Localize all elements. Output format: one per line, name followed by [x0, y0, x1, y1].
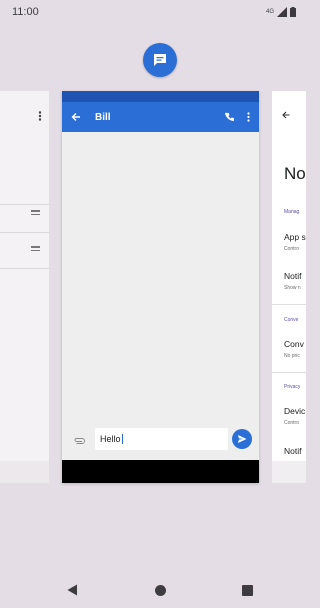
status-bar: 11:00 4G [0, 0, 306, 24]
attach-icon[interactable] [74, 438, 85, 444]
status-time: 11:00 [12, 6, 39, 18]
recent-card-conversation[interactable]: Bill Hello [62, 91, 259, 483]
settings-item-title: Notif [284, 271, 302, 281]
conversation-app-bar: Bill [62, 102, 259, 132]
status-strip [62, 91, 259, 102]
message-input[interactable]: Hello [95, 428, 228, 450]
divider [0, 268, 49, 269]
send-button[interactable] [232, 429, 252, 449]
text-cursor [121, 434, 123, 444]
system-nav-bar [0, 572, 306, 608]
card-nav-area [62, 460, 259, 483]
cell-signal-icon [277, 7, 287, 17]
divider [0, 204, 49, 205]
battery-icon [290, 7, 296, 17]
recent-card-left[interactable] [0, 91, 49, 483]
compose-bar: Hello [62, 426, 259, 460]
recent-card-settings[interactable]: No Manag App s Contro Notif Show n Conve… [272, 91, 306, 483]
divider [0, 232, 49, 233]
back-arrow-icon [282, 111, 290, 119]
card-bottom-bar [0, 461, 49, 483]
settings-item-subtitle: Contro [284, 420, 300, 426]
network-type-icon: 4G [265, 9, 274, 15]
divider [272, 372, 306, 373]
settings-item-subtitle: Show n [284, 285, 301, 291]
send-icon [238, 435, 247, 443]
contact-name: Bill [95, 111, 111, 123]
settings-item-subtitle: No pric [284, 353, 300, 359]
phone-icon[interactable] [225, 112, 235, 122]
more-vert-icon[interactable] [247, 112, 250, 122]
settings-item-title: Devic [284, 406, 306, 416]
nav-home-icon[interactable] [155, 585, 166, 596]
more-vert-icon [38, 111, 42, 121]
back-arrow-icon[interactable] [71, 112, 81, 122]
settings-item-subtitle: Contro [284, 246, 300, 252]
section-label: Conve [284, 317, 299, 323]
divider [272, 304, 306, 305]
settings-item-title: Notif [284, 446, 302, 456]
messages-app-icon[interactable] [143, 43, 177, 77]
drag-handle-icon [31, 246, 40, 251]
drag-handle-icon [31, 210, 40, 215]
settings-title: No [284, 164, 306, 183]
status-icons: 4G [266, 7, 296, 17]
section-label: Manag [284, 209, 300, 215]
settings-item-title: App s [284, 232, 306, 242]
message-text: Hello [100, 434, 121, 444]
card-bottom-bar [272, 461, 306, 483]
settings-item-title: Conv [284, 339, 304, 349]
nav-recents-icon[interactable] [242, 585, 253, 596]
nav-back-icon[interactable] [67, 584, 78, 596]
chat-bubble-icon [154, 54, 166, 66]
section-label: Privacy [284, 384, 301, 390]
